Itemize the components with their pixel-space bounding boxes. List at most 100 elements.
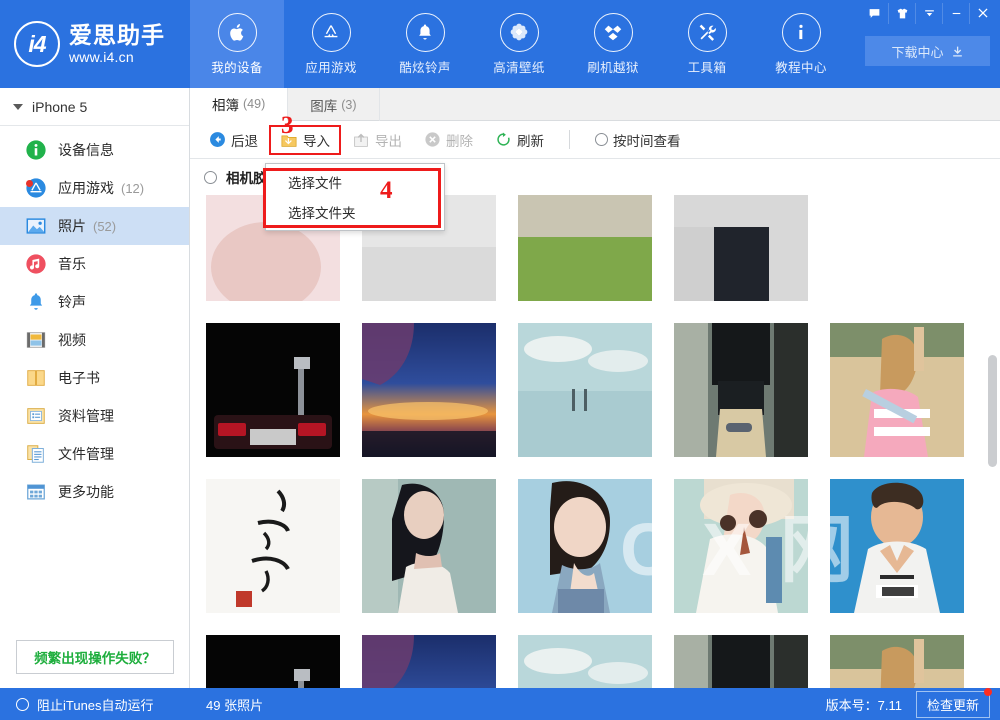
tab-label: 相簿 [212, 94, 239, 114]
nav-label: 应用游戏 [305, 57, 357, 76]
photo-thumbnail[interactable] [830, 323, 964, 457]
menu-item-select-folder[interactable]: 选择文件夹 [266, 197, 444, 227]
tab-count: (3) [341, 98, 356, 112]
photo-thumbnail[interactable] [830, 635, 964, 688]
refresh-button[interactable]: 刷新 [484, 126, 555, 154]
message-icon[interactable] [861, 3, 888, 24]
tools-icon [688, 13, 727, 52]
photo-thumbnail[interactable] [206, 479, 340, 613]
minimize-icon[interactable] [942, 3, 969, 24]
vertical-scrollbar[interactable] [988, 195, 997, 688]
nav-item-apps-games[interactable]: 应用游戏 [284, 0, 378, 88]
sidebar-item-label: 文件管理 [58, 444, 114, 464]
photo-thumbnail[interactable] [518, 479, 652, 613]
sidebar-item-label: 电子书 [58, 368, 100, 388]
nav-item-flash-jailbreak[interactable]: 刷机越狱 [566, 0, 660, 88]
appstore-icon [312, 13, 351, 52]
tab-label: 图库 [310, 95, 337, 115]
photo-count-label: 49 张照片 [206, 695, 263, 714]
nav-label: 我的设备 [211, 57, 263, 76]
photo-thumbnail[interactable] [674, 195, 808, 301]
download-center-label: 下载中心 [891, 42, 943, 61]
radio-icon[interactable] [204, 171, 217, 184]
photo-grid-container: C X 网 [190, 195, 1000, 688]
check-update-label: 检查更新 [927, 698, 979, 713]
openbox-icon [594, 13, 633, 52]
back-button[interactable]: 后退 [198, 126, 269, 154]
sidebar-item-ringtones[interactable]: 铃声 [0, 283, 189, 321]
photo-thumbnail[interactable] [206, 323, 340, 457]
download-center-button[interactable]: 下载中心 [865, 36, 990, 66]
photo-thumbnail[interactable] [518, 323, 652, 457]
photo-thumbnail[interactable] [674, 479, 808, 613]
annotation-step-3: 3 [281, 112, 294, 140]
file-icon [25, 443, 47, 465]
device-selector[interactable]: iPhone 5 [0, 88, 189, 126]
top-navigation: 我的设备 应用游戏 酷炫铃声 高清壁纸 [190, 0, 848, 88]
sidebar-item-device-info[interactable]: 设备信息 [0, 131, 189, 169]
tab-albums[interactable]: 相簿 (49) [190, 88, 288, 121]
bell-icon [406, 13, 445, 52]
window-controls [861, 2, 996, 24]
sidebar-item-data-management[interactable]: 资料管理 [0, 397, 189, 435]
brand-title: 爱思助手 [69, 22, 165, 48]
sidebar-item-label: 照片 [58, 216, 86, 236]
photo-thumbnail[interactable] [362, 479, 496, 613]
import-label: 导入 [303, 130, 330, 150]
sidebar-item-label: 音乐 [58, 254, 86, 274]
export-button: 导出 [341, 126, 413, 154]
menu-icon[interactable] [915, 3, 942, 24]
photo-thumbnail[interactable] [518, 195, 652, 301]
check-update-button[interactable]: 检查更新 [916, 691, 990, 718]
tab-gallery[interactable]: 图库 (3) [288, 88, 379, 121]
apple-icon [218, 13, 257, 52]
nav-label: 工具箱 [688, 57, 727, 76]
sidebar-item-music[interactable]: 音乐 [0, 245, 189, 283]
view-by-time-toggle[interactable]: 按时间查看 [584, 126, 692, 154]
sidebar-item-label: 应用游戏 [58, 178, 114, 198]
photo-thumbnail[interactable] [518, 635, 652, 688]
version-label: 版本号：7.11 [826, 695, 902, 714]
photo-thumbnail[interactable] [830, 479, 964, 613]
data-icon [25, 405, 47, 427]
photo-thumbnail[interactable] [362, 323, 496, 457]
sidebar-item-ebooks[interactable]: 电子书 [0, 359, 189, 397]
block-itunes-toggle[interactable]: 阻止iTunes自动运行 [0, 688, 190, 720]
scrollbar-thumb[interactable] [988, 355, 997, 467]
nav-item-my-device[interactable]: 我的设备 [190, 0, 284, 88]
photo-thumbnail[interactable] [674, 635, 808, 688]
nav-item-tutorials[interactable]: 教程中心 [754, 0, 848, 88]
sidebar-item-label: 视频 [58, 330, 86, 350]
toolbar-divider [569, 130, 570, 149]
sidebar-item-videos[interactable]: 视频 [0, 321, 189, 359]
tab-bar: 相簿 (49) 图库 (3) [190, 88, 1000, 121]
photo-thumbnail[interactable] [206, 635, 340, 688]
top-bar: i4 爱思助手 www.i4.cn 我的设备 应用游戏 [0, 0, 1000, 88]
import-button[interactable]: 导入 [269, 125, 341, 155]
menu-item-select-file[interactable]: 选择文件 [266, 167, 444, 197]
skin-icon[interactable] [888, 3, 915, 24]
brand-url: www.i4.cn [69, 49, 165, 66]
sidebar-item-apps-games[interactable]: 应用游戏 (12) [0, 169, 189, 207]
nav-item-ringtones[interactable]: 酷炫铃声 [378, 0, 472, 88]
help-button[interactable]: 频繁出现操作失败？ [16, 640, 174, 674]
nav-item-toolbox[interactable]: 工具箱 [660, 0, 754, 88]
app-window: i4 爱思助手 www.i4.cn 我的设备 应用游戏 [0, 0, 1000, 720]
photo-thumbnail[interactable] [830, 195, 964, 301]
sidebar-item-file-management[interactable]: 文件管理 [0, 435, 189, 473]
sidebar-item-more-features[interactable]: 更多功能 [0, 473, 189, 511]
export-icon [352, 131, 370, 149]
flower-icon [500, 13, 539, 52]
notification-badge [26, 180, 33, 187]
photo-thumbnail[interactable] [362, 635, 496, 688]
ringtone-icon [25, 291, 47, 313]
nav-item-wallpapers[interactable]: 高清壁纸 [472, 0, 566, 88]
photo-thumbnail[interactable] [674, 323, 808, 457]
photo-icon [25, 215, 47, 237]
info-circle-icon [25, 139, 47, 161]
sidebar-item-count: (52) [93, 219, 116, 234]
nav-label: 教程中心 [775, 57, 827, 76]
sidebar-item-photos[interactable]: 照片 (52) [0, 207, 189, 245]
toolbar: 后退 导入 导出 删除 刷新 按时间查看 [190, 121, 1000, 159]
close-icon[interactable] [969, 3, 996, 24]
